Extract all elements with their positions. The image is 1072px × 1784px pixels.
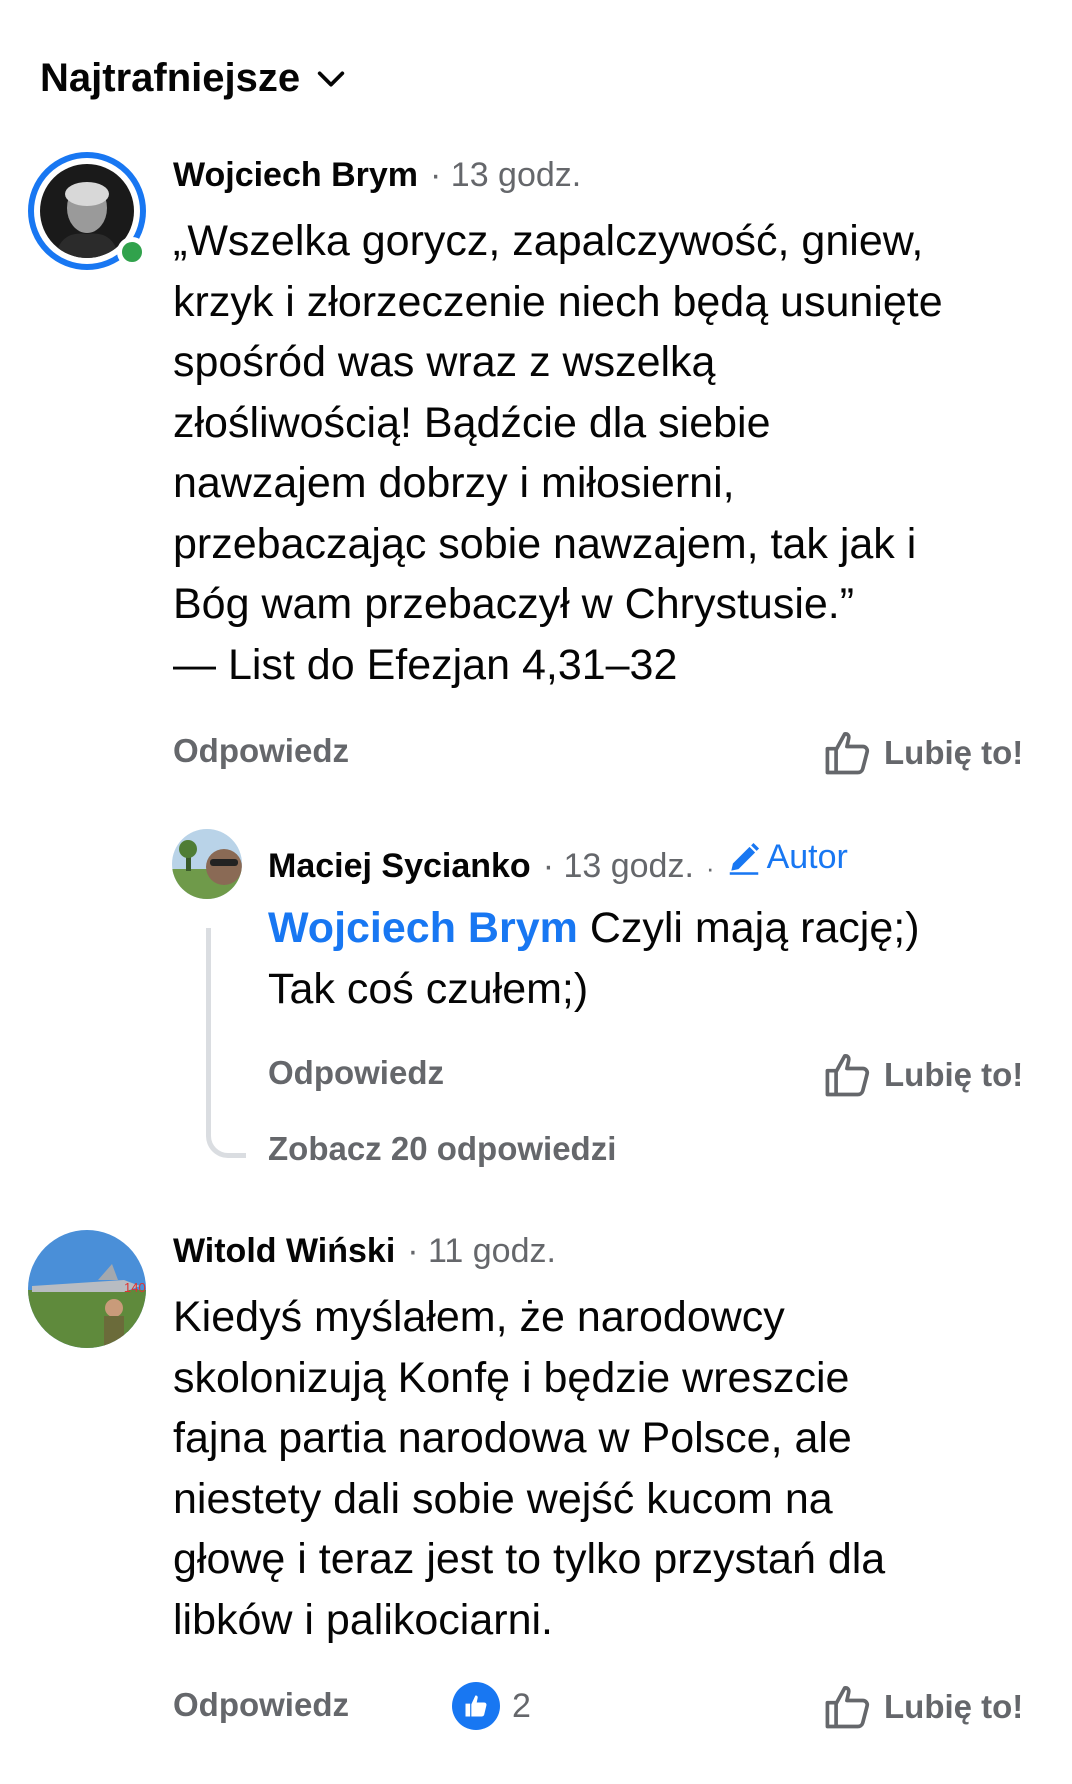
thumbs-up-icon <box>825 732 870 775</box>
comment-text: Kiedyś myślałem, że narodowcy skolonizuj… <box>173 1293 886 1644</box>
avatar[interactable] <box>172 829 242 899</box>
comment-text: „Wszelka gorycz, zapalczywość, gniew, kr… <box>173 217 943 689</box>
sort-dropdown[interactable]: Najtrafniejsze <box>40 56 348 101</box>
reply-header: Maciej Sycianko · 13 godz. · Autor <box>268 838 848 886</box>
thumbs-up-icon <box>825 1054 870 1097</box>
reply-author[interactable]: Maciej Sycianko <box>268 847 531 886</box>
reply-text: Wojciech Brym Czyli mają rację;) Tak coś … <box>268 898 920 1019</box>
see-replies-link[interactable]: Zobacz 20 odpowiedzi <box>268 1130 616 1168</box>
like-label: Lubię to! <box>884 1056 1024 1093</box>
chevron-down-icon <box>317 70 345 87</box>
author-badge-label: Autor <box>766 838 848 876</box>
pencil-icon <box>729 842 759 875</box>
like-button[interactable]: Lubię to! <box>822 727 1023 779</box>
like-button[interactable]: Lubię to! <box>822 1049 1023 1101</box>
reaction-count: 2 <box>512 1686 531 1725</box>
reply-button[interactable]: Odpowiedz <box>173 732 349 770</box>
reply-time[interactable]: · 13 godz. <box>543 847 694 886</box>
online-status-icon <box>117 237 147 267</box>
like-button[interactable]: Lubię to! <box>822 1681 1023 1733</box>
like-label: Lubię to! <box>884 1688 1024 1725</box>
reply-text-line1: Czyli mają rację;) <box>577 904 920 952</box>
comment-time[interactable]: · 11 godz. <box>407 1232 556 1271</box>
comment-author[interactable]: Wojciech Brym <box>173 156 418 195</box>
sort-label: Najtrafniejsze <box>40 56 301 100</box>
reaction-summary[interactable]: 2 <box>452 1682 531 1730</box>
mention-link[interactable]: Wojciech Brym <box>268 904 578 952</box>
author-badge: Autor <box>725 838 848 877</box>
comment-header: Witold Wiński · 11 godz. <box>173 1232 556 1271</box>
reply-text-line2: Tak coś czułem;) <box>268 964 589 1013</box>
thumbs-up-icon <box>825 1686 870 1729</box>
avatar[interactable]: 140 <box>28 1230 146 1348</box>
comment-time[interactable]: · 13 godz. <box>430 156 581 195</box>
comment-author[interactable]: Witold Wiński <box>173 1232 395 1271</box>
like-label: Lubię to! <box>884 734 1024 771</box>
comment-header: Wojciech Brym · 13 godz. <box>173 156 581 195</box>
svg-text:140: 140 <box>124 1280 146 1295</box>
thread-connector <box>206 928 246 1158</box>
reply-button[interactable]: Odpowiedz <box>173 1686 349 1724</box>
like-reaction-icon <box>452 1682 500 1730</box>
separator: · <box>705 852 715 883</box>
reply-button[interactable]: Odpowiedz <box>268 1054 444 1092</box>
